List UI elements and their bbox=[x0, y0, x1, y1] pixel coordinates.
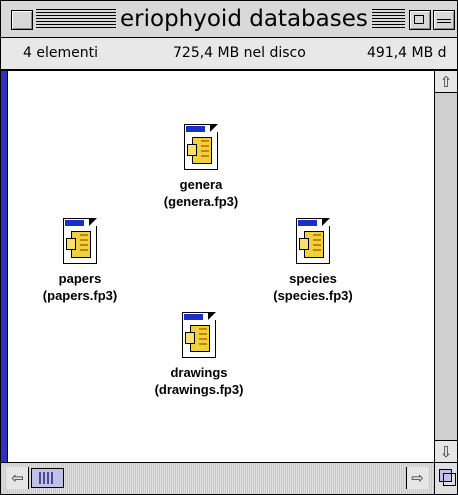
scroll-right-arrow-icon[interactable]: ⇨ bbox=[406, 467, 428, 489]
disk-free: 491,4 MB d bbox=[367, 45, 447, 61]
file-icon-genera[interactable]: genera (genera.fp3) bbox=[131, 124, 271, 210]
title-bar[interactable]: eriophyoid databases bbox=[1, 1, 457, 38]
vertical-scrollbar[interactable]: ⇧ ⇩ bbox=[434, 71, 457, 462]
file-label-genera: genera (genera.fp3) bbox=[163, 177, 239, 209]
scroll-down-arrow-icon[interactable]: ⇩ bbox=[435, 440, 457, 462]
folder-content: genera (genera.fp3) papers (papers.fp3) … bbox=[8, 71, 434, 462]
file-icon-species[interactable]: species (species.fp3) bbox=[243, 218, 383, 304]
item-count: 4 elementi bbox=[23, 45, 98, 61]
collapse-box[interactable] bbox=[433, 10, 455, 30]
info-bar: 4 elementi 725,4 MB nel disco 491,4 MB d bbox=[1, 38, 457, 71]
filemaker-document-icon bbox=[63, 218, 97, 264]
horizontal-scrollbar[interactable]: ⇦ ⇨ bbox=[1, 462, 434, 494]
window-edge bbox=[1, 71, 8, 462]
filemaker-document-icon bbox=[182, 312, 216, 358]
close-box[interactable] bbox=[11, 10, 33, 30]
title-stripes-left bbox=[36, 9, 116, 29]
window-title: eriophyoid databases bbox=[116, 5, 372, 33]
scroll-up-arrow-icon[interactable]: ⇧ bbox=[435, 71, 457, 93]
file-label-drawings: drawings (drawings.fp3) bbox=[154, 365, 244, 397]
file-label-species: species (species.fp3) bbox=[273, 271, 353, 303]
finder-window: eriophyoid databases 4 elementi 725,4 MB… bbox=[0, 0, 458, 495]
resize-grow-box[interactable] bbox=[434, 462, 457, 494]
file-label-papers: papers (papers.fp3) bbox=[42, 271, 118, 303]
filemaker-document-icon bbox=[296, 218, 330, 264]
filemaker-document-icon bbox=[184, 124, 218, 170]
scroll-left-arrow-icon[interactable]: ⇦ bbox=[7, 467, 29, 489]
scroll-thumb[interactable] bbox=[31, 468, 64, 488]
file-icon-drawings[interactable]: drawings (drawings.fp3) bbox=[129, 312, 269, 398]
zoom-box[interactable] bbox=[409, 10, 431, 30]
file-icon-papers[interactable]: papers (papers.fp3) bbox=[10, 218, 150, 304]
disk-used: 725,4 MB nel disco bbox=[173, 45, 306, 61]
